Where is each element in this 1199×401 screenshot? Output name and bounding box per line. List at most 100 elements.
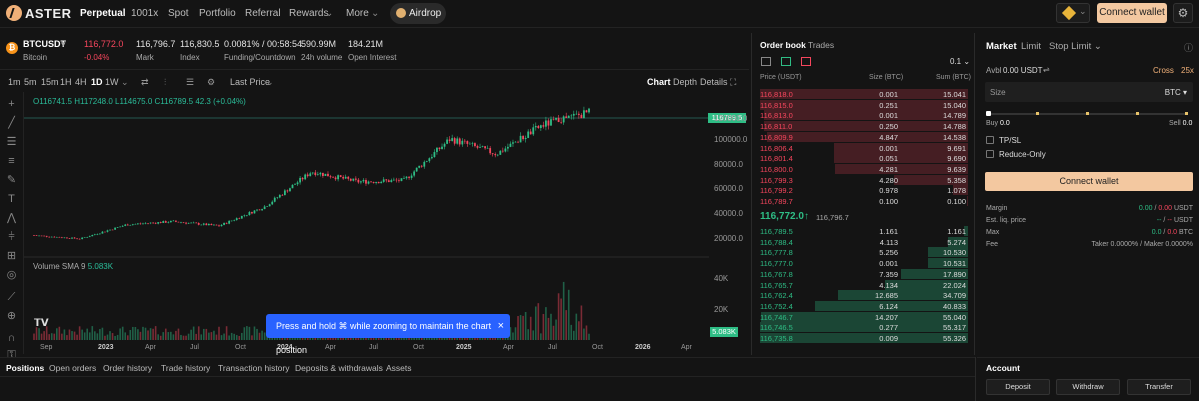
close-icon[interactable]: × <box>498 314 504 338</box>
tab-open-orders[interactable]: Open orders <box>49 363 96 373</box>
ask-row[interactable]: 116,800.0 4.281 9.639 <box>760 163 968 174</box>
margin-mode-button[interactable]: Cross <box>1153 66 1174 75</box>
tf-1d[interactable]: 1D <box>91 77 103 87</box>
horizontal-lines-icon[interactable]: ☰ <box>5 136 18 149</box>
bid-row[interactable]: 116,735.8 0.009 55.326 <box>760 333 968 343</box>
ask-row[interactable]: 116,799.3 4.280 5.358 <box>760 174 968 185</box>
bid-row[interactable]: 116,767.8 7.359 17.890 <box>760 268 968 279</box>
price-chart-svg[interactable] <box>24 92 709 342</box>
book-asks-view-icon[interactable] <box>801 57 811 66</box>
transfer-icon[interactable]: ⇌ <box>1043 65 1050 74</box>
zoom-icon[interactable]: ⊕ <box>5 310 18 323</box>
tab-order-history[interactable]: Order history <box>103 363 152 373</box>
tpsl-checkbox[interactable] <box>986 136 994 144</box>
bid-row[interactable]: 116,789.5 1.161 1.161 <box>760 226 968 236</box>
layout-list-icon[interactable]: ☰ <box>186 77 194 88</box>
ask-row[interactable]: 116,815.0 0.251 15.040 <box>760 99 968 110</box>
tf-15m[interactable]: 15m <box>41 77 59 87</box>
info-icon[interactable]: ⓘ <box>1184 41 1193 54</box>
ask-row[interactable]: 116,801.4 0.051 9.690 <box>760 153 968 164</box>
ask-row[interactable]: 116,818.0 0.001 15.041 <box>760 89 968 99</box>
nav-perpetual[interactable]: Perpetual <box>80 8 126 19</box>
withdraw-button[interactable]: Withdraw <box>1056 379 1120 395</box>
price-mode-select[interactable]: Last Price <box>230 77 270 87</box>
order-type-stop-limit[interactable]: Stop Limit ⌄ <box>1049 41 1102 52</box>
tab-trade-history[interactable]: Trade history <box>161 363 210 373</box>
book-both-view-icon[interactable] <box>761 57 771 66</box>
ask-row[interactable]: 116,813.0 0.001 14.789 <box>760 110 968 121</box>
bid-row[interactable]: 116,788.4 4.113 5.274 <box>760 236 968 247</box>
forecast-icon[interactable]: ⊞ <box>5 250 18 263</box>
bid-row[interactable]: 116,765.7 4.134 22.024 <box>760 279 968 290</box>
bid-row[interactable]: 116,762.4 12.685 34.709 <box>760 290 968 301</box>
nav-rewards[interactable]: Rewards <box>289 8 328 19</box>
ask-row[interactable]: 116,789.7 0.100 0.100 <box>760 196 968 206</box>
tab-transaction-history[interactable]: Transaction history <box>218 363 290 373</box>
projection-icon[interactable]: ⫩ <box>5 231 18 244</box>
bid-row[interactable]: 116,746.5 0.277 55.317 <box>760 322 968 333</box>
fullscreen-icon[interactable]: ⛶ <box>730 77 736 88</box>
shapes-icon[interactable]: ◎ <box>5 269 18 282</box>
candle-body <box>370 181 372 183</box>
chart-settings-icon[interactable]: ⚙ <box>207 77 215 88</box>
size-unit-select[interactable]: BTC ▾ <box>1165 88 1187 97</box>
tab-deposits-withdrawals[interactable]: Deposits & withdrawals <box>295 363 383 373</box>
trend-line-icon[interactable]: ╱ <box>5 117 18 130</box>
tf-4h[interactable]: 4H <box>75 77 87 87</box>
ask-row[interactable]: 116,799.2 0.978 1.078 <box>760 185 968 196</box>
chain-select-button[interactable]: ⌄ <box>1056 3 1090 23</box>
tf-1m[interactable]: 1m <box>8 77 21 87</box>
nav-referral[interactable]: Referral <box>245 8 281 19</box>
nav-more[interactable]: More <box>346 8 369 19</box>
airdrop-button[interactable]: Airdrop <box>390 3 446 24</box>
ask-row[interactable]: 116,806.4 0.001 9.691 <box>760 142 968 153</box>
nav-1001x[interactable]: 1001x <box>131 8 158 19</box>
tab-trades[interactable]: Trades <box>808 40 834 50</box>
bid-row[interactable]: 116,777.8 5.256 10.530 <box>760 247 968 258</box>
text-icon[interactable]: T <box>5 193 18 206</box>
volume-bar <box>550 313 552 340</box>
bid-row[interactable]: 116,777.0 0.001 10.531 <box>760 258 968 269</box>
tab-positions[interactable]: Positions <box>6 363 44 373</box>
nav-spot[interactable]: Spot <box>168 8 189 19</box>
tab-assets[interactable]: Assets <box>386 363 412 373</box>
reduce-only-checkbox[interactable] <box>986 150 994 158</box>
aster-logo-icon[interactable] <box>6 5 22 21</box>
connect-wallet-order-button[interactable]: Connect wallet <box>985 172 1193 191</box>
brush-icon[interactable]: ✎ <box>5 174 18 187</box>
pattern-icon[interactable]: ⋀ <box>5 212 18 225</box>
tf-1w[interactable]: 1W <box>105 77 119 87</box>
settings-gear-icon[interactable]: ⚙ <box>1173 3 1193 23</box>
view-depth-tab[interactable]: Depth <box>673 77 697 87</box>
tradingview-logo-icon[interactable]: 𝗧𝗩 <box>34 318 49 329</box>
view-details-tab[interactable]: Details <box>700 77 728 87</box>
transfer-button[interactable]: Transfer <box>1127 379 1191 395</box>
tf-1h[interactable]: 1H <box>60 77 72 87</box>
view-chart-tab[interactable]: Chart <box>647 77 671 87</box>
nav-portfolio[interactable]: Portfolio <box>199 8 236 19</box>
fib-icon[interactable]: ≡ <box>5 155 18 168</box>
bid-row[interactable]: 116,752.4 6.124 40.833 <box>760 300 968 311</box>
leverage-button[interactable]: 25x <box>1181 66 1194 75</box>
connect-wallet-button[interactable]: Connect wallet <box>1097 3 1167 23</box>
candle-type-icon[interactable]: ⇄ <box>141 77 149 88</box>
crosshair-icon[interactable]: + <box>5 98 18 111</box>
bid-row[interactable]: 116,746.7 14.207 55.040 <box>760 311 968 322</box>
order-type-limit[interactable]: Limit <box>1021 41 1041 52</box>
tick-size-select[interactable]: 0.1 ⌄ <box>950 57 970 66</box>
tf-5m[interactable]: 5m <box>24 77 37 87</box>
ruler-icon[interactable]: ⟋ <box>5 291 18 304</box>
symbol-select[interactable]: BTCUSDT <box>23 39 66 49</box>
magnet-icon[interactable]: ∩ <box>5 332 18 345</box>
size-slider-handle[interactable] <box>986 111 991 116</box>
tab-order-book[interactable]: Order book <box>760 40 806 50</box>
brand-name[interactable]: ASTER <box>25 6 72 21</box>
size-input[interactable]: Size BTC ▾ <box>985 82 1193 102</box>
chevron-down-icon[interactable]: ⌄ <box>121 77 129 88</box>
ask-row[interactable]: 116,809.9 4.847 14.538 <box>760 131 968 142</box>
indicators-icon[interactable]: ⫶ <box>164 77 166 88</box>
deposit-button[interactable]: Deposit <box>986 379 1050 395</box>
book-bids-view-icon[interactable] <box>781 57 791 66</box>
order-type-market[interactable]: Market <box>986 41 1017 52</box>
ask-row[interactable]: 116,811.0 0.250 14.788 <box>760 121 968 132</box>
